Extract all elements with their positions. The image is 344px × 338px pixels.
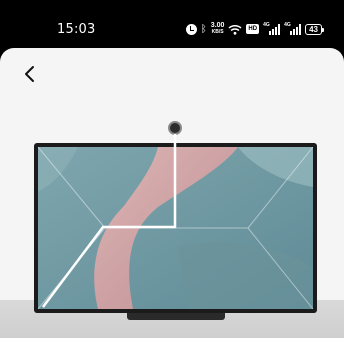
battery-indicator: 43 xyxy=(305,23,324,35)
status-time: 15:03 xyxy=(57,22,96,37)
tv-screen xyxy=(38,147,313,309)
network-speed: 3.00 KB/S xyxy=(211,22,225,36)
tv-stand xyxy=(127,313,225,320)
tv-illustration xyxy=(34,143,317,313)
tv-wallpaper xyxy=(38,147,313,309)
status-bar: 15:03 ᛒ 3.00 KB/S HD 4G 4G 43 xyxy=(0,0,344,48)
sim1-network-label: 4G xyxy=(263,21,270,28)
sim1-signal-icon: 4G xyxy=(263,21,281,35)
bluetooth-icon: ᛒ xyxy=(200,23,207,35)
sim2-network-label: 4G xyxy=(284,21,291,28)
camera-placement-screen xyxy=(0,48,344,338)
chevron-left-icon xyxy=(25,66,34,82)
alarm-icon xyxy=(185,23,197,35)
sim2-signal-icon: 4G xyxy=(284,21,302,35)
back-button[interactable] xyxy=(18,62,42,86)
wifi-icon xyxy=(228,24,242,35)
network-speed-unit: KB/S xyxy=(211,29,224,35)
status-icons: ᛒ 3.00 KB/S HD 4G 4G 43 xyxy=(185,21,324,37)
camera-icon xyxy=(168,121,182,135)
hd-badge: HD xyxy=(246,24,260,34)
network-speed-value: 3.00 xyxy=(210,22,225,29)
